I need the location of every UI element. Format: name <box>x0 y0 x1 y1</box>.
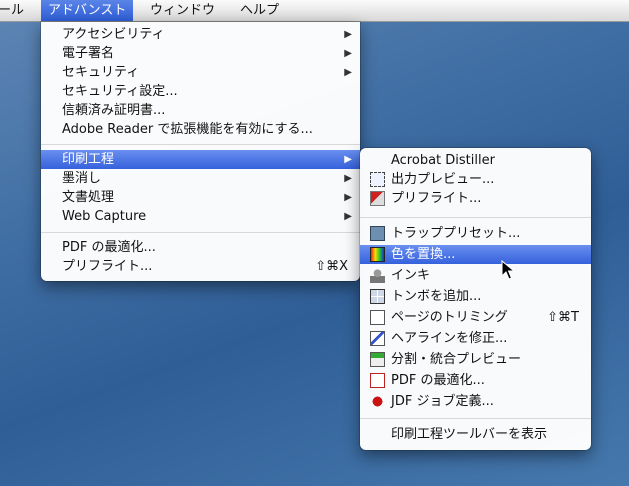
menu-item-label: インキ <box>391 268 431 283</box>
menu-item-label: 電子署名 <box>62 46 115 61</box>
menu-item-label: トラッププリセット... <box>391 226 521 241</box>
convert-colors-icon <box>370 247 385 262</box>
menu-bar: ツール アドバンスト ウィンドウ ヘルプ <box>0 0 629 22</box>
menu-item-print-production[interactable]: 印刷工程 ▶ <box>41 150 360 169</box>
menu-item-label: ヘアラインを修正... <box>391 331 508 346</box>
menubar-item-help[interactable]: ヘルプ <box>233 0 286 21</box>
menu-item-document-processing[interactable]: 文書処理 ▶ <box>41 188 360 207</box>
menu-item-label: 信頼済み証明書... <box>62 103 166 118</box>
pdf-optimizer-icon <box>370 373 385 388</box>
submenu-item-add-printer-marks[interactable]: トンボを追加... <box>360 287 591 306</box>
submenu-item-output-preview[interactable]: 出力プレビュー... <box>360 170 591 189</box>
submenu-item-trap-presets[interactable]: トラッププリセット... <box>360 224 591 243</box>
flattener-preview-icon <box>370 352 385 367</box>
output-preview-icon <box>370 172 385 187</box>
preflight-icon <box>370 191 385 206</box>
menu-item-label: プリフライト... <box>62 259 153 274</box>
menu-item-accessibility[interactable]: アクセシビリティ ▶ <box>41 25 360 44</box>
menu-item-security[interactable]: セキュリティ ▶ <box>41 63 360 82</box>
menu-item-preflight[interactable]: プリフライト... ⇧⌘X <box>41 257 360 276</box>
submenu-item-ink-manager[interactable]: インキ <box>360 266 591 285</box>
menubar-item-advanced[interactable]: アドバンスト <box>41 0 134 21</box>
submenu-arrow-icon: ▶ <box>344 173 352 184</box>
mouse-cursor-icon <box>501 260 515 280</box>
submenu-item-fix-hairlines[interactable]: ヘアラインを修正... <box>360 329 591 348</box>
menu-item-shortcut: ⇧⌘T <box>547 310 579 325</box>
submenu-arrow-icon: ▶ <box>344 211 352 222</box>
submenu-item-preflight[interactable]: プリフライト... <box>360 189 591 208</box>
menu-item-label: Acrobat Distiller <box>391 153 495 168</box>
menubar-item-tools[interactable]: ツール <box>0 0 31 21</box>
submenu-item-acrobat-distiller[interactable]: Acrobat Distiller <box>360 151 591 170</box>
submenu-arrow-icon: ▶ <box>344 67 352 78</box>
submenu-arrow-icon: ▶ <box>344 48 352 59</box>
menu-item-redaction[interactable]: 墨消し ▶ <box>41 169 360 188</box>
menu-item-label: JDF ジョブ定義... <box>391 394 494 409</box>
submenu-arrow-icon: ▶ <box>344 154 352 165</box>
fix-hairlines-icon <box>370 331 385 346</box>
menu-item-label: Adobe Reader で拡張機能を有効にする... <box>62 122 313 137</box>
submenu-arrow-icon: ▶ <box>344 192 352 203</box>
advanced-menu: アクセシビリティ ▶ 電子署名 ▶ セキュリティ ▶ セキュリティ設定... 信… <box>41 22 360 281</box>
menu-item-label: Web Capture <box>62 209 147 224</box>
menu-item-label: ページのトリミング <box>391 310 508 325</box>
submenu-item-show-toolbar[interactable]: 印刷工程ツールバーを表示 <box>360 425 591 444</box>
menu-item-label: PDF の最適化... <box>391 373 485 388</box>
ink-manager-icon <box>370 268 385 283</box>
menu-item-label: プリフライト... <box>391 191 482 206</box>
menu-separator <box>360 217 591 218</box>
submenu-item-pdf-optimizer[interactable]: PDF の最適化... <box>360 371 591 390</box>
menu-item-label: セキュリティ設定... <box>62 84 178 99</box>
menu-item-pdf-optimizer[interactable]: PDF の最適化... <box>41 238 360 257</box>
submenu-item-convert-colors[interactable]: 色を置換... <box>360 245 591 264</box>
menu-item-web-capture[interactable]: Web Capture ▶ <box>41 207 360 226</box>
menu-separator <box>41 232 360 233</box>
menu-item-label: 色を置換... <box>391 247 456 262</box>
submenu-arrow-icon: ▶ <box>344 29 352 40</box>
menu-item-label: 墨消し <box>62 171 102 186</box>
menu-item-enable-reader-extensions[interactable]: Adobe Reader で拡張機能を有効にする... <box>41 120 360 139</box>
menu-item-label: 印刷工程 <box>62 152 115 167</box>
submenu-item-flattener-preview[interactable]: 分割・統合プレビュー <box>360 350 591 369</box>
jdf-job-definitions-icon <box>370 394 385 409</box>
menu-item-trusted-certificates[interactable]: 信頼済み証明書... <box>41 101 360 120</box>
print-production-submenu: Acrobat Distiller 出力プレビュー... プリフライト... ト… <box>360 148 591 450</box>
menu-separator <box>41 144 360 145</box>
submenu-item-jdf-job-definitions[interactable]: JDF ジョブ定義... <box>360 392 591 411</box>
menu-item-label: セキュリティ <box>62 65 140 80</box>
menu-item-label: アクセシビリティ <box>62 27 165 42</box>
crop-pages-icon <box>370 310 385 325</box>
menu-item-shortcut: ⇧⌘X <box>315 259 348 274</box>
menubar-item-window[interactable]: ウィンドウ <box>143 0 222 21</box>
menu-item-label: 分割・統合プレビュー <box>391 352 522 367</box>
menu-item-label: PDF の最適化... <box>62 240 156 255</box>
submenu-item-crop-pages[interactable]: ページのトリミング ⇧⌘T <box>360 308 591 327</box>
menu-item-label: 文書処理 <box>62 190 115 205</box>
menu-item-digital-signatures[interactable]: 電子署名 ▶ <box>41 44 360 63</box>
printer-marks-icon <box>370 289 385 304</box>
trap-presets-icon <box>370 226 385 241</box>
menu-item-label: トンボを追加... <box>391 289 482 304</box>
menu-item-label: 出力プレビュー... <box>391 172 495 187</box>
menu-item-label: 印刷工程ツールバーを表示 <box>391 427 548 442</box>
menu-item-security-settings[interactable]: セキュリティ設定... <box>41 82 360 101</box>
menu-separator <box>360 418 591 419</box>
